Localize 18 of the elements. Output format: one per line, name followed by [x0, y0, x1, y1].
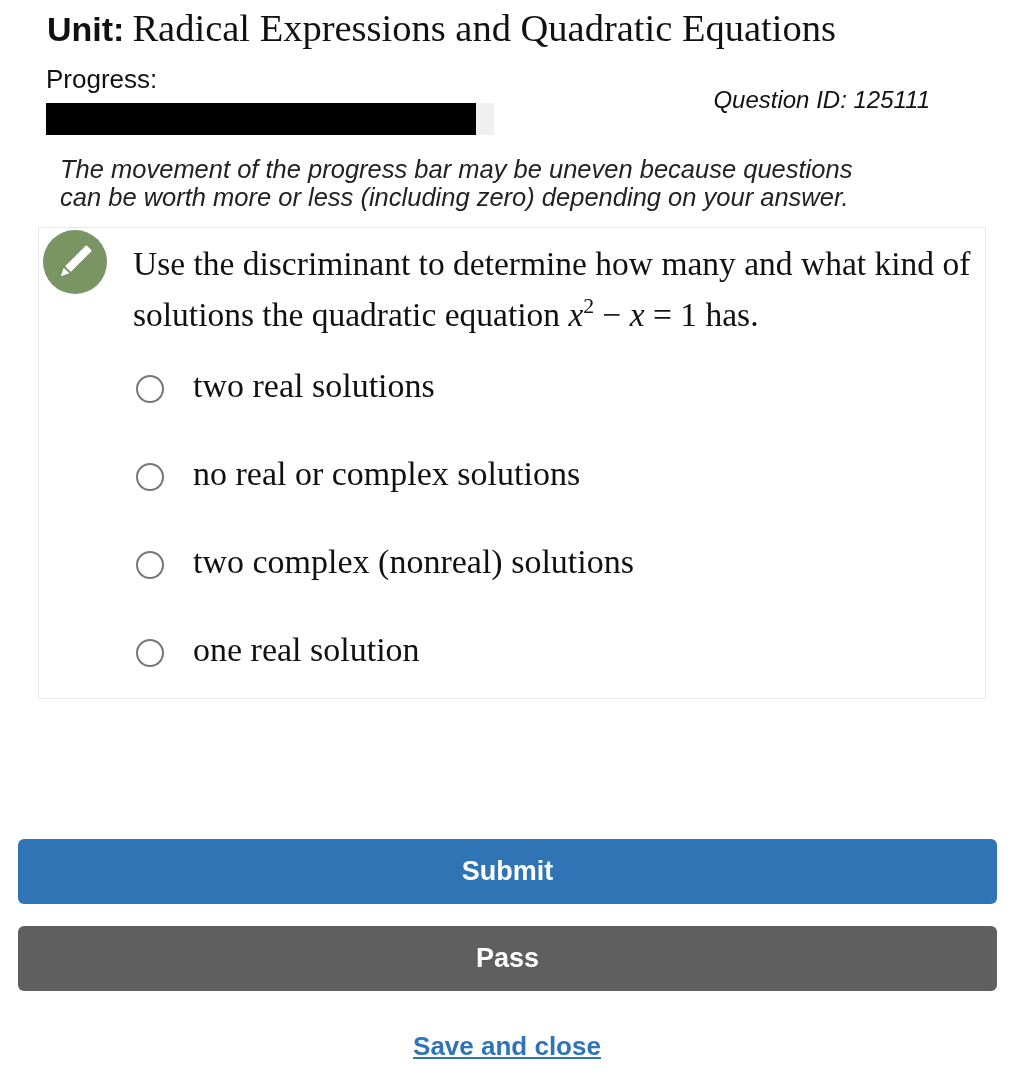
radio-button[interactable] [136, 639, 164, 667]
submit-button[interactable]: Submit [18, 839, 997, 904]
question-id: Question ID: 125111 [713, 87, 930, 113]
unit-label: Unit: [47, 9, 125, 49]
option-label[interactable]: one real solution [193, 630, 420, 670]
question-text: Use the discriminant to determine how many and what kind of solutions the quadratic equation x$^{2}$ − x = 1 has. [133, 244, 972, 335]
option-label[interactable]: two complex (nonreal) solutions [193, 542, 634, 582]
pencil-icon [43, 230, 107, 294]
radio-button[interactable] [136, 375, 164, 403]
radio-button[interactable] [136, 551, 164, 579]
option-label[interactable]: no real or complex solutions [193, 454, 581, 494]
progress-note: The movement of the progress bar may be uneven because questions can be worth more or less (including zero) depending on your answer. [60, 155, 854, 211]
pass-button[interactable]: Pass [18, 926, 997, 991]
save-and-close-link[interactable]: Save and close [413, 1031, 601, 1062]
progress-label: Progress: [46, 66, 159, 92]
option-label[interactable]: two real solutions [193, 366, 435, 406]
radio-button[interactable] [136, 463, 164, 491]
unit-title: Radical Expressions and Quadratic Equations [132, 8, 836, 48]
